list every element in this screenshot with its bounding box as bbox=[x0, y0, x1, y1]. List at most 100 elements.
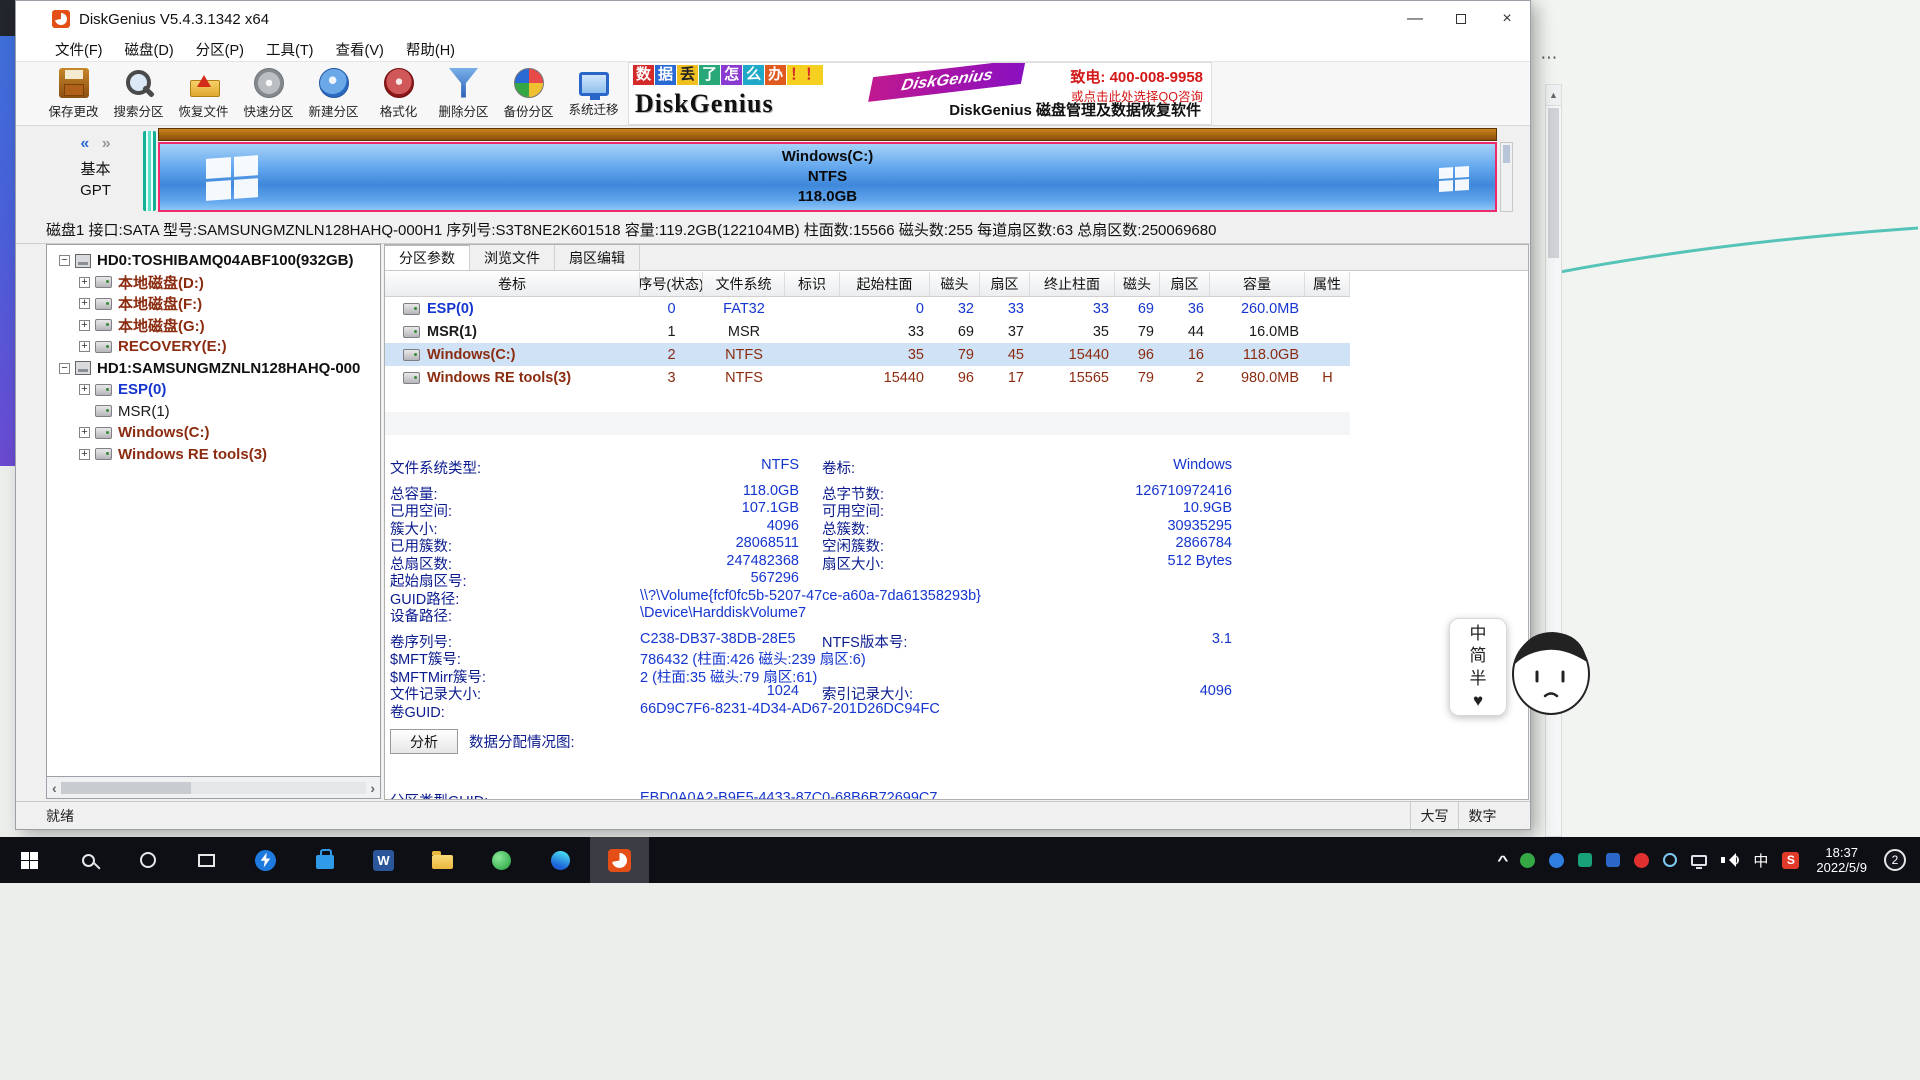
minimize-button[interactable]: — bbox=[1392, 1, 1438, 37]
column-header[interactable]: 扇区 bbox=[980, 272, 1030, 296]
menu-item[interactable]: 磁盘(D) bbox=[114, 37, 185, 62]
task-view-button[interactable] bbox=[177, 837, 236, 883]
tree-horizontal-scrollbar[interactable]: ‹ › bbox=[46, 777, 381, 799]
column-header[interactable]: 终止柱面 bbox=[1030, 272, 1115, 296]
scrollbar-thumb[interactable] bbox=[1503, 145, 1510, 163]
start-button[interactable] bbox=[0, 837, 59, 883]
tree-item[interactable]: MSR(1) bbox=[47, 401, 380, 423]
menu-item[interactable]: 查看(V) bbox=[325, 37, 395, 62]
tree-expander-icon[interactable]: + bbox=[79, 449, 90, 460]
ime-heart-icon[interactable]: ♥ bbox=[1473, 692, 1483, 709]
search-button[interactable] bbox=[59, 837, 118, 883]
tree-expander-icon[interactable]: − bbox=[59, 363, 70, 374]
menu-item[interactable]: 文件(F) bbox=[44, 37, 114, 62]
backup-partition-button[interactable]: 备份分区 bbox=[497, 63, 560, 124]
menu-item[interactable]: 帮助(H) bbox=[395, 37, 466, 62]
ad-banner[interactable]: 数据丢了怎么办！！ DiskGenius DiskGenius 致电: 400-… bbox=[628, 62, 1212, 125]
app-diskgenius-button[interactable] bbox=[590, 837, 649, 883]
tree-item[interactable]: +本地磁盘(F:) bbox=[47, 293, 380, 315]
app-thunder-button[interactable] bbox=[236, 837, 295, 883]
menu-item[interactable]: 工具(T) bbox=[255, 37, 325, 62]
scroll-left-arrow-icon[interactable]: ‹ bbox=[52, 780, 57, 796]
tray-qq-icon[interactable] bbox=[1606, 853, 1620, 867]
tree-item[interactable]: −HD1:SAMSUNGMZNLN128HAHQ-000 bbox=[47, 358, 380, 380]
partition-row[interactable]: Windows(C:)2NTFS357945154409616118.0GB bbox=[385, 343, 1350, 366]
tree-item[interactable]: −HD0:TOSHIBAMQ04ABF100(932GB) bbox=[47, 250, 380, 272]
app-explorer-button[interactable] bbox=[413, 837, 472, 883]
cortana-button[interactable] bbox=[118, 837, 177, 883]
column-header[interactable]: 属性 bbox=[1305, 272, 1350, 296]
ime-mode-simplified[interactable]: 简 bbox=[1470, 647, 1487, 664]
partition-bar-windows-c[interactable]: Windows(C:) NTFS 118.0GB bbox=[158, 142, 1497, 212]
tree-expander-icon[interactable]: + bbox=[79, 320, 90, 331]
next-disk-arrow-icon[interactable]: » bbox=[102, 135, 111, 152]
speaker-icon[interactable] bbox=[1721, 853, 1739, 867]
tree-item[interactable]: +本地磁盘(D:) bbox=[47, 272, 380, 294]
new-partition-button[interactable]: 新建分区 bbox=[302, 63, 365, 124]
tab-browse-files[interactable]: 浏览文件 bbox=[470, 245, 555, 270]
search-partition-button[interactable]: 搜索分区 bbox=[107, 63, 170, 124]
system-migrate-button[interactable]: 系统迁移 bbox=[562, 63, 625, 124]
partition-row[interactable]: ESP(0)0FAT3203233336936260.0MB bbox=[385, 297, 1350, 320]
column-header[interactable]: 磁头 bbox=[1115, 272, 1160, 296]
tree-item[interactable]: +本地磁盘(G:) bbox=[47, 315, 380, 337]
tray-driver-icon[interactable] bbox=[1634, 853, 1649, 868]
more-options-icon[interactable]: ⋯ bbox=[1536, 48, 1562, 68]
column-header[interactable]: 卷标 bbox=[385, 272, 640, 296]
column-header[interactable]: 序号(状态) bbox=[640, 272, 703, 296]
ime-status-panel[interactable]: 中简半 ♥ bbox=[1449, 618, 1507, 716]
scrollbar-track[interactable] bbox=[61, 782, 367, 794]
tree-expander-icon[interactable]: + bbox=[79, 298, 90, 309]
ime-mode-chinese[interactable]: 中 bbox=[1470, 625, 1487, 642]
app-edge-button[interactable] bbox=[531, 837, 590, 883]
tree-item[interactable]: +Windows RE tools(3) bbox=[47, 444, 380, 466]
tree-expander-icon[interactable]: + bbox=[79, 341, 90, 352]
tree-expander-icon[interactable]: + bbox=[79, 384, 90, 395]
tree-item[interactable]: +ESP(0) bbox=[47, 379, 380, 401]
column-header[interactable]: 容量 bbox=[1210, 272, 1305, 296]
close-button[interactable]: × bbox=[1484, 1, 1530, 37]
ime-language-indicator[interactable]: 中 bbox=[1753, 850, 1768, 871]
taskbar-clock[interactable]: 18:37 2022/5/9 bbox=[1816, 845, 1867, 875]
disk-capacity-strip[interactable] bbox=[158, 128, 1497, 141]
scrollbar-thumb[interactable] bbox=[61, 782, 191, 794]
sogou-input-icon[interactable]: S bbox=[1782, 852, 1799, 869]
tray-360-icon[interactable] bbox=[1663, 853, 1677, 867]
recover-files-button[interactable]: 恢复文件 bbox=[172, 63, 235, 124]
tray-app-teal-icon[interactable] bbox=[1578, 853, 1592, 867]
save-button[interactable]: 保存更改 bbox=[42, 63, 105, 124]
tab-sector-edit[interactable]: 扇区编辑 bbox=[555, 245, 640, 270]
background-scrollbar[interactable]: ▲ bbox=[1545, 84, 1562, 837]
column-header[interactable]: 文件系统 bbox=[703, 272, 785, 296]
partition-row[interactable]: MSR(1)1MSR33693735794416.0MB bbox=[385, 320, 1350, 343]
menu-item[interactable]: 分区(P) bbox=[185, 37, 255, 62]
tree-item[interactable]: +Windows(C:) bbox=[47, 422, 380, 444]
tree-expander-icon[interactable]: + bbox=[79, 277, 90, 288]
app-word-button[interactable] bbox=[354, 837, 413, 883]
notification-count-badge[interactable]: 2 bbox=[1884, 849, 1906, 871]
partition-row[interactable]: Windows RE tools(3)3NTFS1544096171556579… bbox=[385, 366, 1350, 389]
maximize-button[interactable] bbox=[1438, 1, 1484, 37]
quick-partition-button[interactable]: 快速分区 bbox=[237, 63, 300, 124]
tree-expander-icon[interactable]: + bbox=[79, 427, 90, 438]
format-button[interactable]: 格式化 bbox=[367, 63, 430, 124]
scrollbar-thumb[interactable] bbox=[1548, 108, 1559, 258]
app-browser-button[interactable] bbox=[472, 837, 531, 883]
tray-app-blue-icon[interactable] bbox=[1549, 853, 1564, 868]
hidden-icons-chevron-icon[interactable]: ^ bbox=[1497, 853, 1508, 868]
ime-mode-halfwidth[interactable]: 半 bbox=[1470, 670, 1487, 687]
app-store-button[interactable] bbox=[295, 837, 354, 883]
ime-mascot[interactable] bbox=[1505, 624, 1593, 718]
scroll-up-arrow-icon[interactable]: ▲ bbox=[1546, 85, 1561, 106]
column-header[interactable]: 起始柱面 bbox=[840, 272, 930, 296]
prev-disk-arrow-icon[interactable]: « bbox=[80, 135, 89, 152]
tray-security-icon[interactable] bbox=[1520, 853, 1535, 868]
scroll-right-arrow-icon[interactable]: › bbox=[370, 780, 375, 796]
tree-item[interactable]: +RECOVERY(E:) bbox=[47, 336, 380, 358]
tab-partition-params[interactable]: 分区参数 bbox=[385, 245, 470, 270]
analyze-button[interactable]: 分析 bbox=[390, 729, 458, 754]
network-icon[interactable] bbox=[1691, 855, 1707, 866]
column-header[interactable]: 磁头 bbox=[930, 272, 980, 296]
column-header[interactable]: 标识 bbox=[785, 272, 840, 296]
column-header[interactable]: 扇区 bbox=[1160, 272, 1210, 296]
